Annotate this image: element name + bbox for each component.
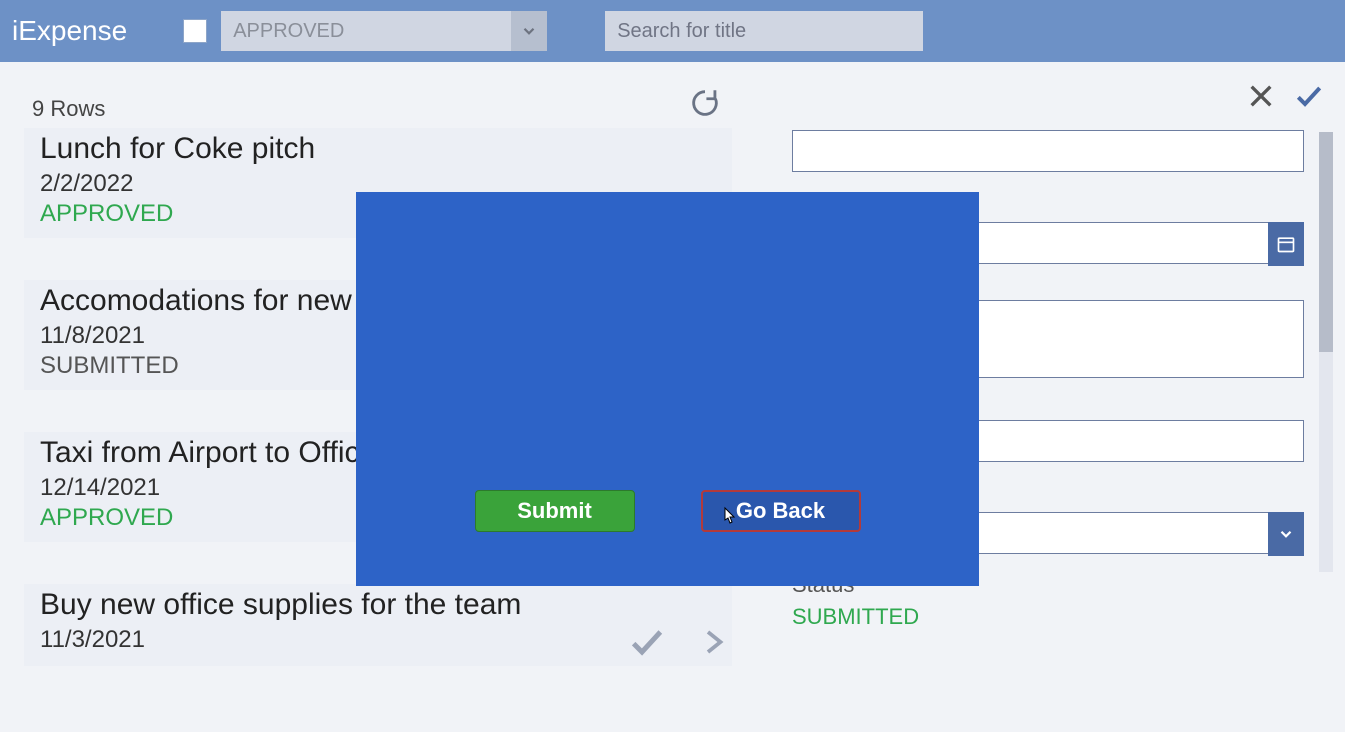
chevron-down-icon [511,11,547,51]
field-title [792,130,1305,172]
go-back-label: Go Back [736,498,825,524]
content-area: 9 Rows Lunch for Coke pitch 2/2/2022 APP… [0,62,1345,732]
go-back-button[interactable]: Go Back [701,490,861,532]
list-item-date: 11/3/2021 [40,626,716,654]
status-filter-dropdown[interactable]: APPROVED [221,11,547,51]
status-filter-value: APPROVED [233,20,344,43]
title-input[interactable] [792,130,1304,172]
list-item-title: Buy new office supplies for the team [40,588,716,622]
status-value: SUBMITTED [792,604,1305,630]
calendar-icon[interactable] [1268,222,1304,266]
app-title: iExpense [12,15,127,47]
list-item[interactable]: Buy new office supplies for the team 11/… [24,584,732,666]
approve-icon[interactable] [624,622,670,662]
list-item-title: Lunch for Coke pitch [40,132,716,166]
submit-button[interactable]: Submit [475,490,635,532]
close-icon[interactable] [1245,80,1277,112]
chevron-down-icon [1268,512,1304,556]
toolbar: 9 Rows [0,62,1345,128]
confirm-modal: Submit Go Back [356,192,979,586]
chevron-right-icon[interactable] [698,622,728,662]
list-item-actions [624,622,728,662]
modal-buttons: Submit Go Back [356,490,979,532]
rows-count-label: 9 Rows [32,96,105,122]
refresh-icon[interactable] [688,86,722,120]
search-input[interactable] [605,11,923,51]
select-all-checkbox[interactable] [183,19,207,43]
header-bar: iExpense APPROVED [0,0,1345,62]
confirm-icon[interactable] [1291,80,1327,112]
